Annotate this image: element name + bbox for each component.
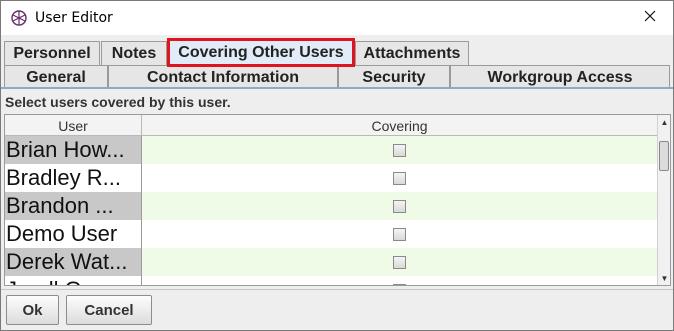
covering-cell bbox=[142, 192, 657, 220]
vertical-scrollbar[interactable]: ▲ ▼ bbox=[657, 115, 670, 285]
covering-users-panel: Select users covered by this user. User … bbox=[1, 89, 673, 289]
user-name-cell[interactable]: Jarell G... bbox=[5, 276, 142, 285]
scroll-up-button[interactable]: ▲ bbox=[658, 115, 670, 129]
scroll-thumb[interactable] bbox=[659, 141, 669, 171]
close-button[interactable] bbox=[627, 1, 673, 35]
table-row[interactable]: Brian How... bbox=[5, 136, 657, 164]
tab-personnel[interactable]: Personnel bbox=[4, 41, 100, 65]
covering-checkbox[interactable] bbox=[393, 255, 406, 269]
window-title: User Editor bbox=[35, 10, 113, 26]
table-row[interactable]: Jarell G... bbox=[5, 276, 657, 285]
covering-checkbox[interactable] bbox=[393, 283, 406, 285]
tab-security[interactable]: Security bbox=[338, 65, 450, 89]
tab-strip: Personnel Notes Attachments General Cont… bbox=[1, 35, 673, 89]
table-row[interactable]: Demo User bbox=[5, 220, 657, 248]
title-bar: User Editor bbox=[1, 1, 673, 35]
column-header-user[interactable]: User bbox=[5, 115, 142, 136]
panel-instruction: Select users covered by this user. bbox=[5, 94, 231, 110]
ok-button[interactable]: Ok bbox=[6, 295, 59, 325]
tab-contact-information[interactable]: Contact Information bbox=[108, 65, 338, 89]
user-name-cell[interactable]: Brandon ... bbox=[5, 192, 142, 220]
tab-notes[interactable]: Notes bbox=[101, 41, 167, 65]
table-row[interactable]: Derek Wat... bbox=[5, 248, 657, 276]
cancel-button[interactable]: Cancel bbox=[66, 295, 152, 325]
user-name-cell[interactable]: Brian How... bbox=[5, 136, 142, 164]
covering-checkbox[interactable] bbox=[393, 171, 406, 185]
covering-cell bbox=[142, 220, 657, 248]
user-editor-window: User Editor Personnel Notes Attachments … bbox=[0, 0, 674, 331]
column-header-covering[interactable]: Covering bbox=[142, 115, 657, 136]
user-name-cell[interactable]: Derek Wat... bbox=[5, 248, 142, 276]
triangle-up-icon: ▲ bbox=[660, 117, 669, 127]
app-icon bbox=[11, 10, 27, 26]
dialog-footer: Ok Cancel bbox=[1, 289, 673, 330]
covering-checkbox[interactable] bbox=[393, 199, 406, 213]
tab-general[interactable]: General bbox=[4, 65, 108, 89]
covering-cell bbox=[142, 248, 657, 276]
covering-users-table: User Covering Brian How... Bradley R... bbox=[4, 114, 671, 286]
tab-covering-other-users[interactable]: Covering Other Users bbox=[167, 38, 355, 67]
covering-checkbox[interactable] bbox=[393, 143, 406, 157]
covering-cell bbox=[142, 276, 657, 285]
user-name-cell[interactable]: Demo User bbox=[5, 220, 142, 248]
table-row[interactable]: Bradley R... bbox=[5, 164, 657, 192]
scroll-down-button[interactable]: ▼ bbox=[658, 271, 670, 285]
close-icon bbox=[644, 9, 656, 27]
user-name-cell[interactable]: Bradley R... bbox=[5, 164, 142, 192]
table-row[interactable]: Brandon ... bbox=[5, 192, 657, 220]
tab-attachments[interactable]: Attachments bbox=[355, 41, 469, 65]
table-body: Brian How... Bradley R... Brandon ... De… bbox=[5, 136, 657, 285]
tab-workgroup-access[interactable]: Workgroup Access bbox=[450, 65, 670, 89]
covering-cell bbox=[142, 136, 657, 164]
covering-checkbox[interactable] bbox=[393, 227, 406, 241]
triangle-down-icon: ▼ bbox=[660, 273, 669, 283]
table-header: User Covering bbox=[5, 115, 657, 136]
covering-cell bbox=[142, 164, 657, 192]
